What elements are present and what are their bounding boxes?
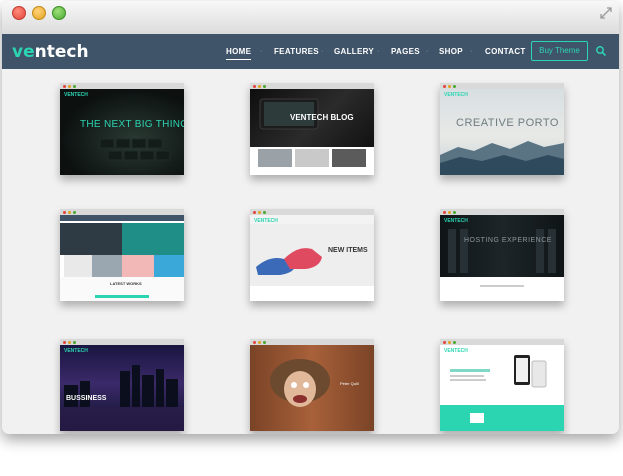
demo-preview: VENTECH NEW ITEMS (250, 215, 374, 301)
demo-thumbnail-6[interactable]: VENTECH HOSTING EXPERIENCE (440, 209, 564, 301)
demo-logo: VENTECH (444, 92, 468, 98)
demo-thumbnail-2[interactable]: VENTECH BLOG (250, 83, 374, 175)
site-header: ventech HOME · FEATURES · GALLERY · PAGE… (2, 34, 619, 69)
demo-logo: VENTECH (64, 348, 88, 354)
demo-caption: Peter Quill (340, 381, 359, 386)
demo-preview: VENTECH HOSTING EXPERIENCE (440, 215, 564, 301)
demo-headline: NEW ITEMS (328, 247, 368, 254)
nav-item-home[interactable]: HOME (226, 47, 252, 60)
demo-preview: VENTECH BUSSINESS (60, 345, 184, 431)
demo-preview: VENTECH THE NEXT BIG THING (60, 89, 184, 175)
demo-caption: LATEST WORKS (110, 281, 142, 286)
site-logo[interactable]: ventech (12, 42, 89, 62)
browser-window: ventech HOME · FEATURES · GALLERY · PAGE… (2, 1, 619, 434)
minimize-window-button[interactable] (32, 6, 46, 20)
nav-separator: · (426, 48, 429, 55)
demo-logo: VENTECH (444, 218, 468, 224)
resize-arrows-icon[interactable] (599, 6, 613, 20)
nav-separator: · (377, 48, 380, 55)
nav-item-gallery[interactable]: GALLERY (334, 47, 374, 56)
demo-headline: THE NEXT BIG THING (80, 119, 184, 130)
demo-thumbnail-4[interactable]: LATEST WORKS (60, 209, 184, 301)
window-titlebar (2, 1, 619, 35)
demo-thumbnail-9[interactable]: VENTECH (440, 339, 564, 431)
demo-headline: BUSSINESS (66, 395, 107, 402)
demo-headline: HOSTING EXPERIENCE (464, 237, 552, 244)
nav-separator: · (321, 48, 324, 55)
demo-preview: VENTECH BLOG (250, 89, 374, 175)
demo-preview: VENTECH CREATIVE PORTO (440, 89, 564, 175)
demo-thumbnail-7[interactable]: VENTECH BUSSINESS (60, 339, 184, 431)
nav-item-shop[interactable]: SHOP (439, 47, 463, 56)
nav-separator: · (260, 48, 263, 55)
search-icon[interactable] (595, 45, 607, 57)
demo-preview: Peter Quill (250, 345, 374, 431)
nav-separator: · (470, 48, 473, 55)
nav-item-contact[interactable]: CONTACT (485, 47, 526, 56)
maximize-window-button[interactable] (52, 6, 66, 20)
demo-preview: LATEST WORKS (60, 215, 184, 301)
buy-theme-button[interactable]: Buy Theme (531, 41, 588, 61)
demo-thumbnail-5[interactable]: VENTECH NEW ITEMS (250, 209, 374, 301)
nav-item-pages[interactable]: PAGES (391, 47, 420, 56)
demo-preview: VENTECH (440, 345, 564, 431)
demo-thumbnail-1[interactable]: VENTECH THE NEXT BIG THING (60, 83, 184, 175)
demo-logo: VENTECH (444, 348, 468, 354)
demo-logo: VENTECH (64, 92, 88, 98)
demo-thumbnail-8[interactable]: Peter Quill (250, 339, 374, 431)
demo-thumbnail-3[interactable]: VENTECH CREATIVE PORTO (440, 83, 564, 175)
nav-item-features[interactable]: FEATURES (274, 47, 319, 56)
demo-logo: VENTECH (254, 218, 278, 224)
demo-headline: VENTECH BLOG (290, 113, 354, 122)
demo-headline: CREATIVE PORTO (456, 117, 559, 129)
close-window-button[interactable] (12, 6, 26, 20)
